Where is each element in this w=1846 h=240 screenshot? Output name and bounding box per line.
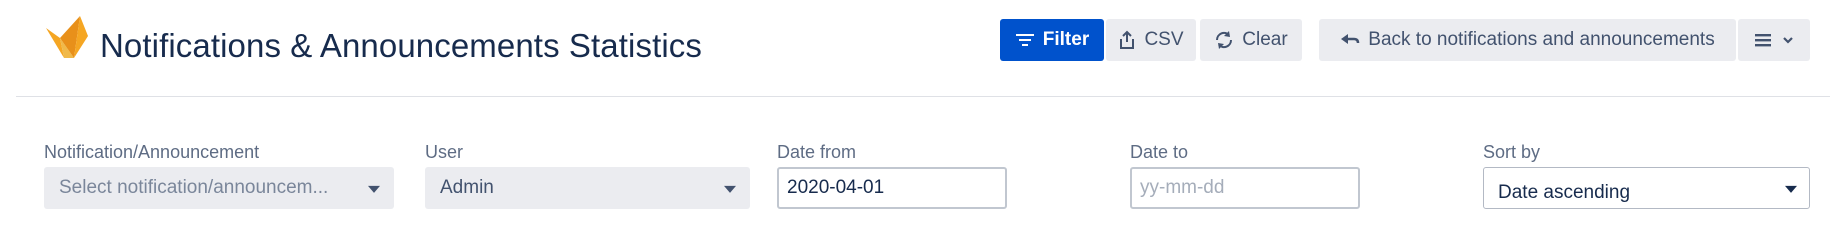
refresh-icon: [1216, 31, 1233, 49]
hamburger-menu-icon: [1755, 34, 1771, 47]
user-select[interactable]: Admin: [425, 167, 750, 209]
notification-select[interactable]: Select notification/announcem...: [44, 167, 394, 209]
header-divider: [16, 96, 1830, 97]
sort-by-select[interactable]: Date ascending: [1483, 167, 1810, 209]
sort-by-value: Date ascending: [1498, 182, 1631, 203]
clear-button[interactable]: Clear: [1200, 19, 1302, 61]
chevron-down-icon: [1783, 37, 1793, 44]
sort-by-label: Sort by: [1483, 142, 1541, 162]
back-button-label: Back to notifications and announcements: [1368, 29, 1715, 50]
clear-button-label: Clear: [1242, 29, 1288, 50]
user-filter-label: User: [425, 142, 464, 162]
chevron-down-icon: [368, 185, 380, 193]
export-icon: [1120, 30, 1135, 49]
back-button[interactable]: Back to notifications and announcements: [1319, 19, 1736, 61]
date-from-label: Date from: [777, 142, 857, 162]
filter-button-label: Filter: [1042, 29, 1090, 50]
page-title: Notifications & Announcements Statistics: [100, 27, 702, 64]
csv-button-label: CSV: [1144, 29, 1184, 50]
origami-bird-icon: [46, 16, 88, 58]
chevron-down-icon: [1785, 185, 1797, 193]
date-from-input[interactable]: 2020-04-01: [777, 167, 1007, 209]
notification-filter-label: Notification/Announcement: [44, 142, 260, 162]
date-to-placeholder: yy-mm-dd: [1140, 177, 1225, 198]
filter-button[interactable]: Filter: [1000, 19, 1104, 61]
date-from-value: 2020-04-01: [787, 177, 885, 198]
date-to-label: Date to: [1130, 142, 1189, 162]
chevron-down-icon: [724, 185, 736, 193]
notification-select-placeholder: Select notification/announcem...: [59, 177, 329, 198]
more-menu-button[interactable]: [1738, 19, 1810, 61]
csv-button[interactable]: CSV: [1106, 19, 1196, 61]
filter-icon: [1015, 34, 1034, 46]
back-arrow-icon: [1341, 34, 1360, 44]
user-select-value: Admin: [440, 177, 494, 198]
page-header: Notifications & Announcements Statistics…: [0, 0, 1846, 96]
date-to-input[interactable]: yy-mm-dd: [1130, 167, 1360, 209]
